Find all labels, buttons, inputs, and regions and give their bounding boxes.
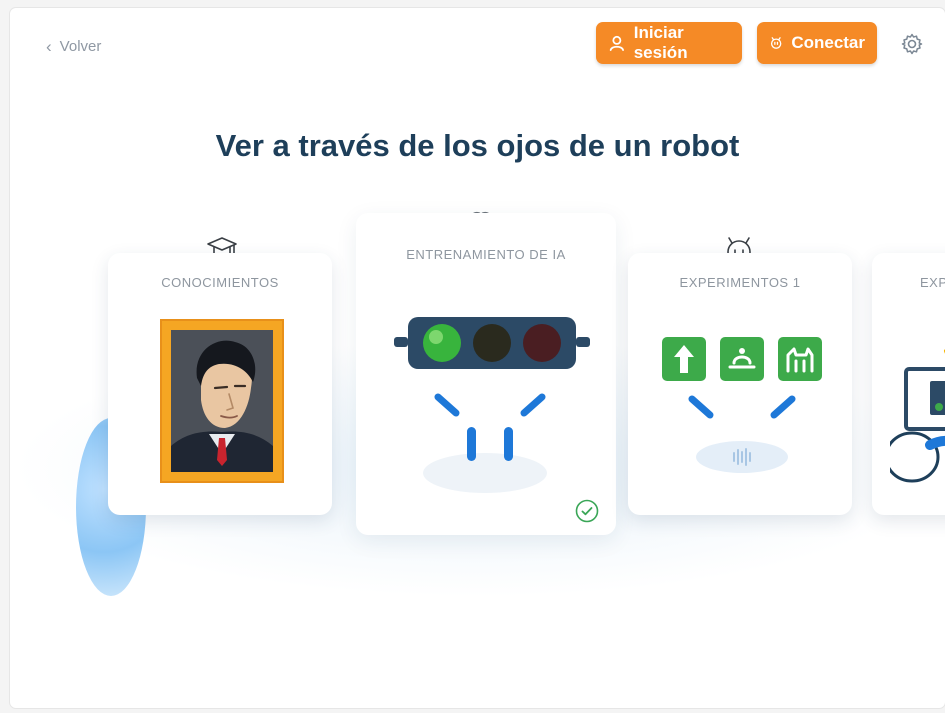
card-experimentos-1[interactable]: EXPERIMENTOS 1 <box>628 253 852 515</box>
man-portrait-illustration <box>171 330 273 472</box>
robot-icon <box>770 37 782 49</box>
login-button[interactable]: Iniciar sesión <box>596 22 742 64</box>
card-label: EXPERIMENTOS 1 <box>679 275 801 290</box>
card-entrenamiento-ia[interactable]: ENTRENAMIENTO DE IA <box>356 213 616 535</box>
connect-button[interactable]: Conectar <box>757 22 877 64</box>
back-button[interactable]: ‹ Volver <box>46 38 101 55</box>
card-experimentos-2[interactable]: EXP <box>872 253 945 515</box>
app-window: ‹ Volver Iniciar sesión Conectar Ver a t… <box>10 8 945 708</box>
card-conocimientos[interactable]: CONOCIMIENTOS <box>108 253 332 515</box>
connect-label: Conectar <box>791 33 865 52</box>
page-title: Ver a través de los ojos de un robot <box>215 128 740 163</box>
gear-icon[interactable] <box>900 32 924 56</box>
card-label: EXP <box>920 275 945 290</box>
portrait-image <box>160 319 284 483</box>
robot-screen-illustration <box>890 349 945 483</box>
login-label: Iniciar sesión <box>633 23 688 62</box>
completed-check-icon <box>575 499 599 523</box>
robot-signs-illustration <box>662 337 822 473</box>
user-icon <box>609 35 624 51</box>
robot-traffic-light-illustration <box>394 317 590 493</box>
card-label: CONOCIMIENTOS <box>161 275 279 290</box>
chevron-left-icon: ‹ <box>46 37 52 56</box>
back-label: Volver <box>59 38 102 55</box>
card-label: ENTRENAMIENTO DE IA <box>406 247 566 262</box>
